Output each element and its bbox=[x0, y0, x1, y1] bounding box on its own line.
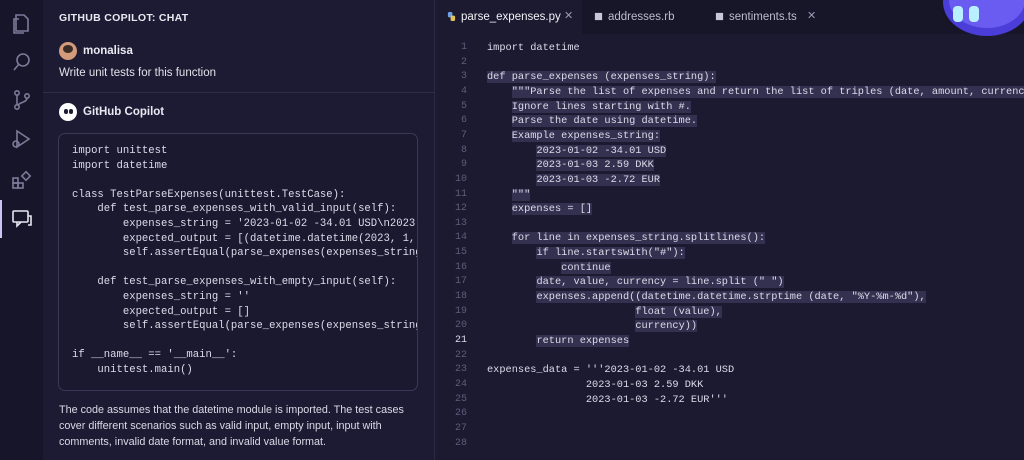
copilot-avatar bbox=[59, 103, 77, 121]
ruby-file-icon bbox=[594, 12, 603, 21]
line-number: 17 bbox=[454, 276, 467, 288]
editor-code-line: Ignore lines starting with #. bbox=[511, 100, 691, 113]
editor-code-line: currency)) bbox=[635, 320, 698, 333]
line-number: 18 bbox=[454, 291, 467, 303]
line-number: 13 bbox=[454, 217, 467, 229]
extensions-icon[interactable] bbox=[10, 168, 34, 192]
code-line: expenses_string = '2023-01-02 -34.01 USD… bbox=[72, 218, 418, 230]
editor-code-line: if line.startswith("#"): bbox=[536, 247, 685, 260]
user-name: monalisa bbox=[83, 45, 133, 57]
code-line: import datetime bbox=[72, 159, 168, 172]
line-number: 24 bbox=[454, 378, 467, 390]
tab-addresses-rb[interactable]: addresses.rb bbox=[582, 0, 703, 34]
source-control-icon[interactable] bbox=[10, 88, 34, 112]
editor-code-line: Example expenses_string: bbox=[511, 129, 661, 142]
tab-label: addresses.rb bbox=[608, 11, 675, 23]
editor-code-line: expenses.append((datetime.datetime.strpt… bbox=[536, 291, 926, 304]
line-number: 3 bbox=[460, 71, 467, 83]
user-message: Write unit tests for this function bbox=[59, 67, 217, 79]
line-number: 5 bbox=[460, 100, 467, 112]
tab-sentiments-ts[interactable]: sentiments.ts ✕ bbox=[703, 0, 833, 34]
code-line: expected_output = [(datetime.datetime(20… bbox=[72, 232, 418, 245]
line-number: 4 bbox=[460, 85, 467, 97]
editor-code-line: import datetime bbox=[487, 42, 580, 54]
tab-parse-expenses-py[interactable]: parse_expenses.py ✕ bbox=[435, 0, 582, 34]
code-line: self.assertEqual(parse_expenses(expenses… bbox=[72, 247, 418, 260]
tab-label: parse_expenses.py bbox=[461, 11, 561, 23]
close-tab-icon[interactable]: ✕ bbox=[807, 9, 816, 22]
line-number: 15 bbox=[454, 247, 467, 259]
close-tab-icon[interactable]: ✕ bbox=[564, 9, 573, 22]
line-number: 12 bbox=[454, 203, 467, 215]
line-number: 23 bbox=[454, 364, 467, 376]
line-number: 1 bbox=[460, 42, 467, 53]
code-line: self.assertEqual(parse_expenses(expenses… bbox=[72, 320, 418, 333]
line-number: 16 bbox=[454, 261, 467, 273]
line-number: 28 bbox=[454, 437, 467, 449]
code-line: expected_output = [] bbox=[72, 305, 251, 318]
editor-code-line: """Parse the list of expenses and return… bbox=[487, 85, 1024, 100]
copilot-mascot-icon bbox=[943, 0, 1024, 36]
tab-label: sentiments.ts bbox=[729, 11, 797, 23]
editor-code-line: continue bbox=[561, 261, 611, 274]
line-number: 20 bbox=[454, 320, 467, 332]
code-line: def test_parse_expenses_with_valid_input… bbox=[72, 203, 397, 216]
editor-code-line: float (value), bbox=[635, 305, 722, 318]
line-number: 6 bbox=[460, 115, 467, 127]
assistant-name: GitHub Copilot bbox=[83, 106, 165, 118]
code-line: import unittest bbox=[72, 145, 168, 157]
copilot-chat-panel: GITHUB COPILOT: CHAT monalisa Write unit… bbox=[43, 0, 435, 460]
line-number: 2 bbox=[460, 56, 467, 68]
line-number: 14 bbox=[454, 232, 467, 244]
activity-bar bbox=[0, 0, 43, 460]
code-line: def test_parse_expenses_with_empty_input… bbox=[72, 276, 397, 289]
suggested-code-block[interactable]: import unittest import datetime class Test… bbox=[58, 133, 418, 391]
python-file-icon bbox=[447, 12, 456, 21]
line-number: 22 bbox=[454, 349, 467, 361]
line-number: 11 bbox=[454, 188, 467, 200]
chat-panel-title: GITHUB COPILOT: CHAT bbox=[59, 12, 189, 24]
line-number: 19 bbox=[454, 305, 467, 317]
editor-code-line: expenses_data = '''2023-01-02 -34.01 USD bbox=[487, 364, 735, 377]
editor-code-line: 2023-01-03 -2.72 EUR''' bbox=[487, 393, 728, 406]
code-line: class TestParseExpenses(unittest.TestCas… bbox=[72, 188, 346, 201]
line-number: 26 bbox=[454, 408, 467, 420]
run-debug-icon[interactable] bbox=[10, 127, 34, 151]
line-number: 8 bbox=[460, 144, 467, 156]
editor-code-line: expenses = [] bbox=[511, 203, 593, 216]
files-icon[interactable] bbox=[10, 12, 34, 36]
search-icon[interactable] bbox=[10, 50, 34, 74]
line-number: 10 bbox=[454, 173, 467, 185]
editor-code-line: 2023-01-03 -2.72 EUR bbox=[536, 173, 661, 186]
user-avatar bbox=[59, 42, 77, 60]
editor-code-line: for line in expenses_string.splitlines()… bbox=[511, 232, 766, 245]
assistant-explanation: The code assumes that the datetime modul… bbox=[59, 404, 404, 448]
line-number: 9 bbox=[460, 159, 467, 171]
editor-code-line: def parse_expenses (expenses_string): bbox=[487, 71, 716, 84]
editor-code-line: date, value, currency = line.split (" ") bbox=[536, 276, 784, 289]
line-number: 25 bbox=[454, 393, 467, 405]
editor-code-line: 2023-01-03 2.59 DKK bbox=[536, 159, 654, 172]
editor-code-line: 2023-01-02 -34.01 USD bbox=[536, 144, 667, 157]
line-number: 27 bbox=[454, 422, 467, 434]
editor-code-line: """ bbox=[511, 188, 531, 201]
line-number: 21 bbox=[454, 335, 467, 346]
code-editor[interactable]: parse_expenses.py ✕ addresses.rb sentime… bbox=[435, 0, 1024, 460]
code-line: expenses_string = '' bbox=[72, 291, 251, 303]
chat-icon[interactable] bbox=[10, 207, 34, 231]
line-number: 7 bbox=[460, 129, 467, 141]
typescript-file-icon bbox=[715, 12, 724, 21]
message-divider bbox=[43, 92, 435, 93]
editor-code-line: 2023-01-03 2.59 DKK bbox=[487, 378, 704, 391]
code-line: if __name__ == '__main__': bbox=[72, 349, 238, 362]
editor-code-line: Parse the date using datetime. bbox=[511, 115, 698, 128]
code-line: unittest.main() bbox=[72, 364, 193, 376]
active-indicator bbox=[0, 200, 2, 238]
editor-code-line: return expenses bbox=[536, 335, 630, 347]
